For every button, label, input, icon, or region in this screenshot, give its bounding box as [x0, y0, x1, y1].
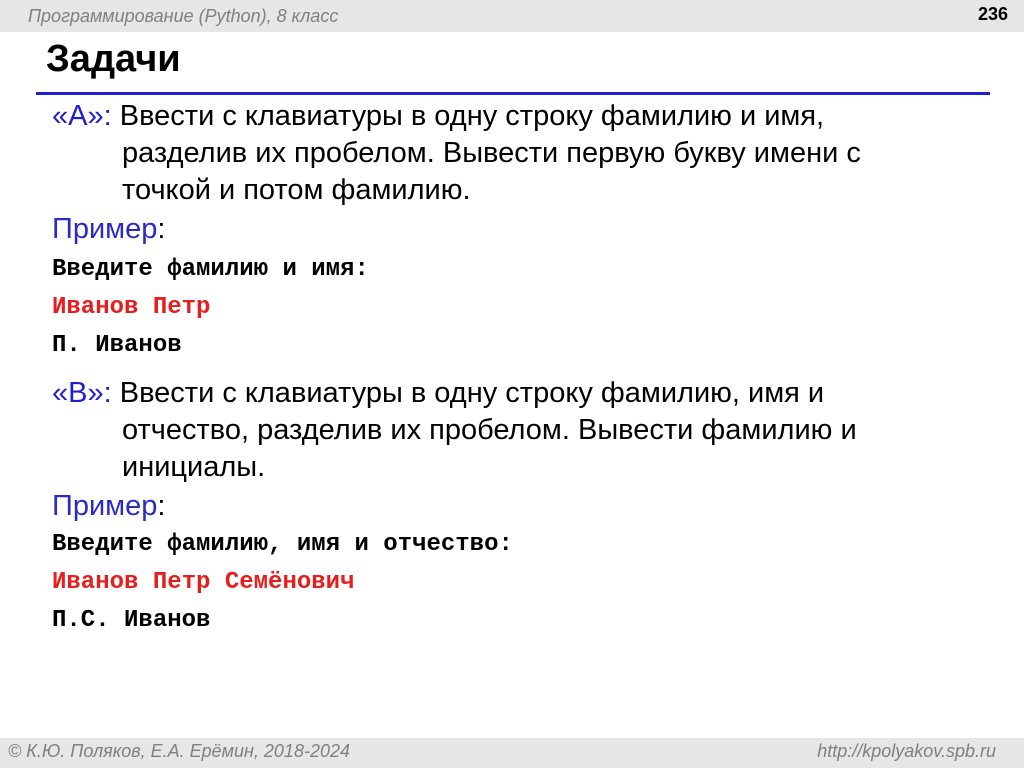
task-a-example-colon: : — [157, 213, 166, 245]
course-title: Программирование (Python), 8 класс — [28, 6, 339, 26]
task-b-example-word: Пример — [52, 490, 158, 522]
task-b-example-label: Пример: — [52, 490, 165, 523]
task-a-line1: Ввести с клавиатуры в одну строку фамили… — [111, 100, 825, 132]
task-b-prompt: Введите фамилию, имя и отчество: — [52, 531, 513, 558]
task-a-label: «A»: — [52, 100, 112, 132]
task-a-example-label: Пример: — [52, 213, 165, 246]
page-number: 236 — [977, 4, 1008, 24]
title-underline — [36, 92, 990, 95]
task-a-input: Иванов Петр — [52, 294, 211, 321]
task-b-line1: Ввести с клавиатуры в одну строку фамили… — [111, 377, 825, 409]
task-a-prompt: Введите фамилию и имя: — [52, 256, 369, 283]
task-a-line2: разделив их пробелом. Вывести первую бук… — [122, 137, 861, 169]
task-b-label: «B»: — [52, 377, 112, 409]
task-a-example-word: Пример — [52, 213, 158, 245]
footer-url[interactable]: http://kpolyakov.spb.ru — [817, 741, 996, 762]
task-a-description: «A»: Ввести с клавиатуры в одну строку ф… — [52, 98, 952, 209]
task-b-line3: инициалы. — [122, 451, 266, 483]
task-b-example-colon: : — [157, 490, 166, 522]
task-b-line2: отчество, разделив их пробелом. Вывести … — [122, 414, 857, 446]
task-b-input: Иванов Петр Семёнович — [52, 569, 355, 596]
footer-authors: © К.Ю. Поляков, Е.А. Ерёмин, 2018-2024 — [8, 741, 350, 761]
slide-title: Задачи — [46, 38, 181, 80]
task-a-output: П. Иванов — [52, 332, 182, 359]
task-b-description: «B»: Ввести с клавиатуры в одну строку ф… — [52, 375, 952, 486]
task-b-output: П.С. Иванов — [52, 607, 211, 634]
task-a-line3: точкой и потом фамилию. — [122, 174, 471, 206]
